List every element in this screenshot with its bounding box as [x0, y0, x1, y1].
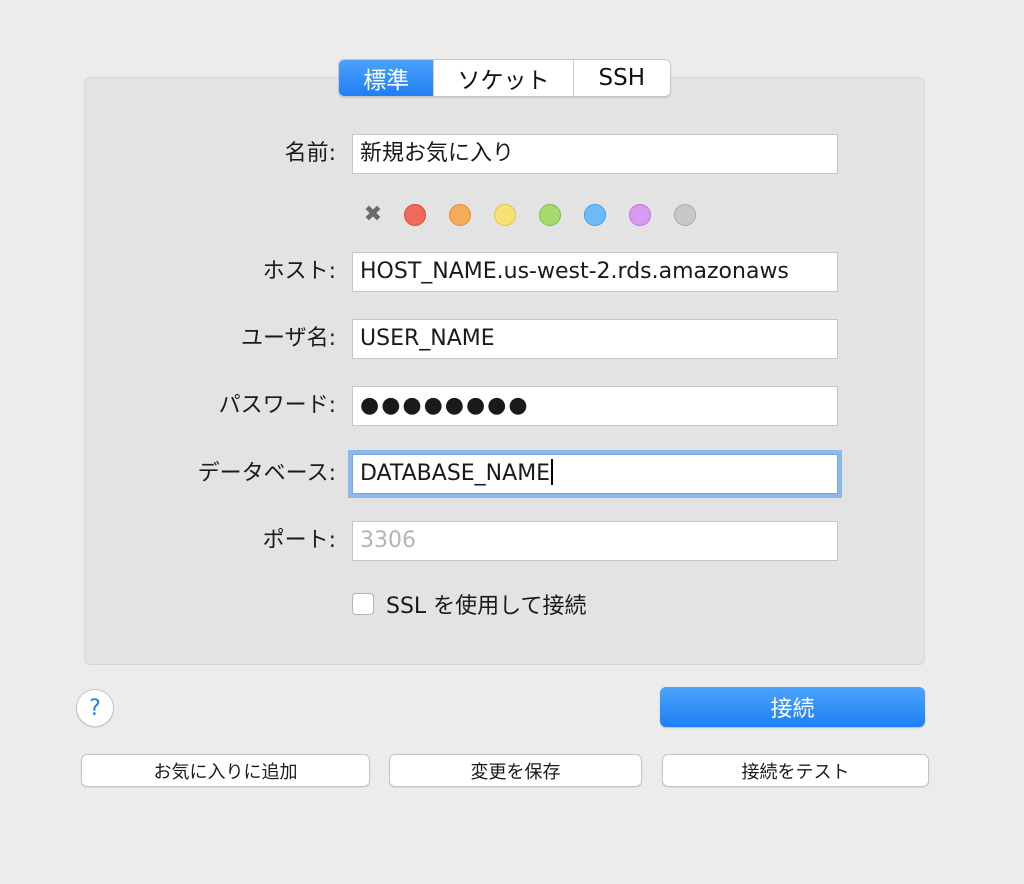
color-gray-swatch[interactable]	[674, 203, 696, 226]
color-orange-swatch[interactable]	[449, 203, 471, 226]
color-green-swatch[interactable]	[539, 203, 561, 226]
host-label: ホスト:	[262, 259, 336, 284]
username-field[interactable]: USER_NAME	[352, 319, 838, 359]
color-blue-swatch[interactable]	[584, 203, 606, 226]
password-field[interactable]: ●●●●●●●●	[352, 386, 838, 426]
port-field[interactable]: 3306	[352, 521, 838, 561]
test-connection-button[interactable]: 接続をテスト	[662, 754, 929, 787]
name-label: 名前:	[284, 141, 336, 166]
tab-standard[interactable]: 標準	[339, 60, 435, 96]
tab-socket[interactable]: ソケット	[434, 60, 574, 96]
clear-color-icon[interactable]: ✖	[362, 202, 384, 227]
connection-type-tabs: 標準 ソケット SSH	[338, 59, 671, 97]
color-red-swatch[interactable]	[404, 203, 426, 226]
color-yellow-swatch[interactable]	[494, 203, 516, 226]
save-changes-button[interactable]: 変更を保存	[389, 754, 642, 787]
add-favorite-button[interactable]: お気に入りに追加	[81, 754, 370, 787]
port-label: ポート:	[262, 528, 336, 553]
color-purple-swatch[interactable]	[629, 203, 651, 226]
ssl-label: SSL を使用して接続	[386, 594, 587, 619]
database-field[interactable]: DATABASE_NAME	[352, 454, 838, 494]
username-label: ユーザ名:	[241, 326, 336, 351]
password-label: パスワード:	[218, 393, 336, 418]
ssl-checkbox[interactable]	[352, 593, 374, 615]
host-field[interactable]: HOST_NAME.us-west-2.rds.amazonaws	[352, 252, 838, 292]
help-button[interactable]: ?	[76, 689, 114, 727]
text-caret	[551, 459, 554, 485]
database-label: データベース:	[197, 461, 336, 486]
database-value: DATABASE_NAME	[360, 461, 551, 486]
tab-ssh[interactable]: SSH	[574, 60, 670, 96]
connect-button[interactable]: 接続	[660, 687, 925, 727]
name-field[interactable]: 新規お気に入り	[352, 134, 838, 174]
ssl-option[interactable]: SSL を使用して接続	[352, 588, 587, 620]
color-tag-picker: ✖	[362, 202, 719, 227]
